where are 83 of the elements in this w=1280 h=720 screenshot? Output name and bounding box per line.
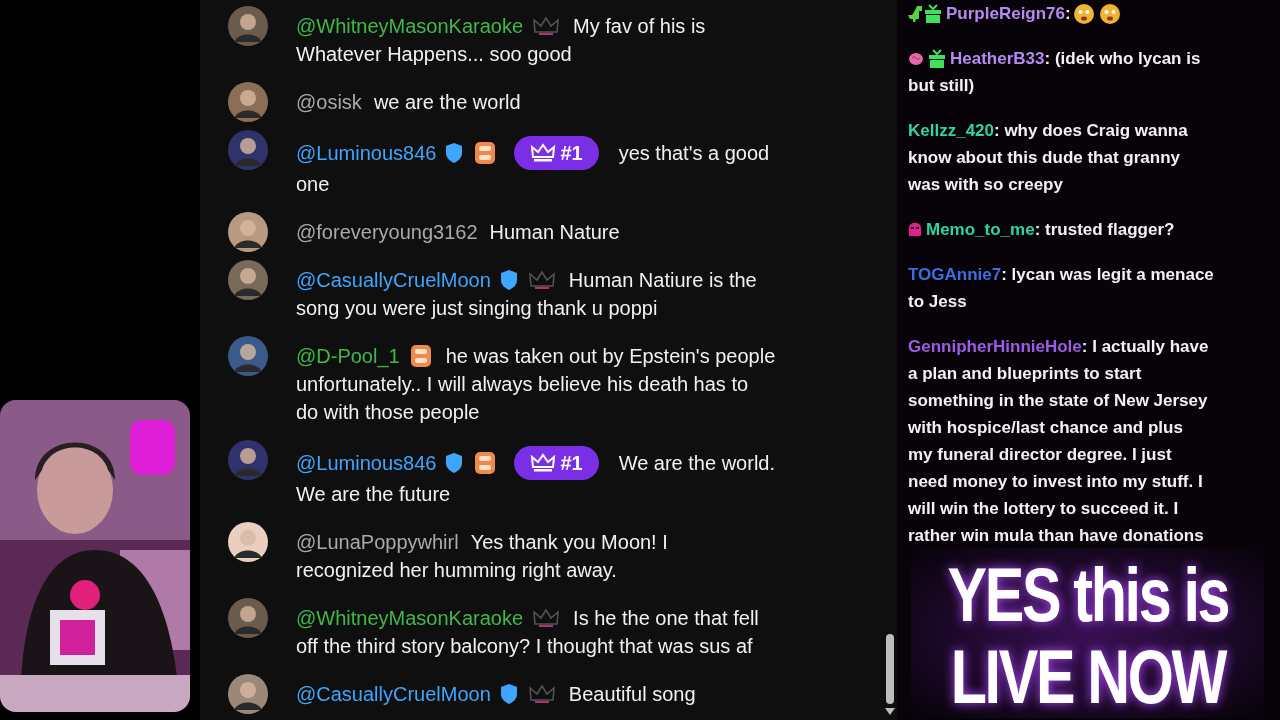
emoji-face-icon bbox=[1072, 2, 1095, 25]
username[interactable]: @Luminous846 bbox=[296, 139, 437, 167]
message-text: we are the world bbox=[373, 90, 521, 115]
username[interactable]: @foreveryoung3162 bbox=[296, 218, 478, 246]
dinosaur-icon bbox=[908, 4, 924, 23]
message-text: Beautiful song bbox=[568, 682, 696, 707]
live-now-banner-text: YES this is bbox=[947, 554, 1228, 636]
message-text: Human Nature bbox=[489, 220, 620, 245]
message-text: need money to invest into my stuff. I bbox=[908, 471, 1203, 493]
rank-badge: #1 bbox=[514, 136, 599, 170]
message-text: song you were just singing thank u poppi bbox=[296, 296, 658, 321]
gift-icon bbox=[924, 3, 942, 24]
emoji-face-icon bbox=[1098, 2, 1121, 25]
username[interactable]: @CasuallyCruelMoon bbox=[296, 266, 491, 294]
crown-icon bbox=[530, 142, 557, 164]
message-text: know about this dude that granny bbox=[908, 147, 1180, 169]
username[interactable]: @WhitneyMasonKaraoke bbox=[296, 12, 524, 40]
username[interactable]: Kellzz_420 bbox=[908, 117, 994, 144]
username[interactable]: @D-Pool_1 bbox=[296, 342, 400, 370]
message-text: a plan and blueprints to start bbox=[908, 363, 1142, 385]
verified-shield-icon bbox=[498, 683, 519, 705]
message-text: something in the state of New Jersey bbox=[908, 390, 1208, 412]
gift-icon bbox=[928, 48, 946, 69]
message-text: Human Natiure is the bbox=[568, 268, 757, 293]
username[interactable]: PurpleReign76 bbox=[946, 0, 1066, 27]
username[interactable]: GennipherHinnieHole bbox=[908, 333, 1082, 360]
crown-icon bbox=[526, 269, 557, 291]
avatar bbox=[228, 440, 268, 480]
avatar bbox=[228, 82, 268, 122]
username[interactable]: TOGAnnie7 bbox=[908, 261, 1002, 288]
verified-shield-icon bbox=[498, 269, 519, 291]
avatar bbox=[228, 522, 268, 562]
message-text: was with so creepy bbox=[908, 174, 1063, 196]
message-text: : why does Craig wanna bbox=[994, 120, 1188, 142]
message-text: My fav of his is bbox=[573, 14, 706, 39]
verified-shield-icon bbox=[444, 142, 465, 164]
avatar bbox=[228, 260, 268, 300]
scroll-down-icon[interactable] bbox=[885, 708, 895, 716]
message-text: : lycan was legit a menace bbox=[1001, 264, 1214, 286]
avatar bbox=[228, 6, 268, 46]
message-text: Whatever Happens... soo good bbox=[296, 42, 572, 67]
live-now-banner-text: LIVE NOW bbox=[950, 636, 1225, 718]
scrollbar-thumb[interactable] bbox=[886, 634, 894, 704]
message-text: off the third story balcony? I thought that was sus af bbox=[296, 634, 753, 659]
message-text: Yes thank you Moon! I bbox=[470, 530, 668, 555]
avatar bbox=[228, 212, 268, 252]
crown-icon bbox=[526, 683, 557, 705]
avatar bbox=[228, 598, 268, 638]
message-text: : bbox=[1065, 3, 1071, 25]
crown-icon bbox=[531, 15, 562, 37]
message-text: : (idek who lycan is bbox=[1044, 48, 1201, 70]
message-text: one bbox=[296, 172, 330, 197]
message-text: recognized her humming right away. bbox=[296, 558, 617, 583]
username[interactable]: @WhitneyMasonKaraoke bbox=[296, 604, 524, 632]
username[interactable]: Memo_to_me bbox=[926, 216, 1035, 243]
message-text: with hospice/last chance and plus bbox=[908, 417, 1183, 439]
username[interactable]: @LunaPoppywhirl bbox=[296, 528, 459, 556]
username[interactable]: @Luminous846 bbox=[296, 449, 437, 477]
avatar bbox=[228, 674, 268, 714]
message-text: to Jess bbox=[908, 291, 967, 313]
message-text: my funeral director degree. I just bbox=[908, 444, 1172, 466]
message-text: : trusted flagger? bbox=[1034, 219, 1175, 241]
message-text: Is he the one that fell bbox=[573, 606, 759, 631]
avatar bbox=[228, 130, 268, 170]
message-text: he was taken out by Epstein's people bbox=[445, 344, 776, 369]
crown-icon bbox=[531, 607, 562, 629]
message-text: rather win mula than have donations bbox=[908, 525, 1204, 547]
message-text: will win the lottery to succeed it. I bbox=[908, 498, 1179, 520]
message-text: but still) bbox=[908, 75, 975, 97]
message-text: yes that's a good bbox=[618, 141, 770, 166]
message-text: We are the world. bbox=[618, 451, 775, 476]
message-text: do with those people bbox=[296, 400, 480, 425]
message-text: unfortunately.. I will always believe his death has to bbox=[296, 372, 749, 397]
rank-badge: #1 bbox=[514, 446, 599, 480]
message-text: : I actually have bbox=[1081, 336, 1209, 358]
username[interactable]: @osisk bbox=[296, 88, 362, 116]
avatar bbox=[228, 336, 268, 376]
verified-shield-icon bbox=[444, 452, 465, 474]
username[interactable]: @CasuallyCruelMoon bbox=[296, 680, 491, 708]
message-text: We are the future bbox=[296, 482, 451, 507]
crown-icon bbox=[530, 452, 557, 474]
mask-icon bbox=[908, 220, 922, 239]
username[interactable]: HeatherB33 bbox=[950, 45, 1045, 72]
